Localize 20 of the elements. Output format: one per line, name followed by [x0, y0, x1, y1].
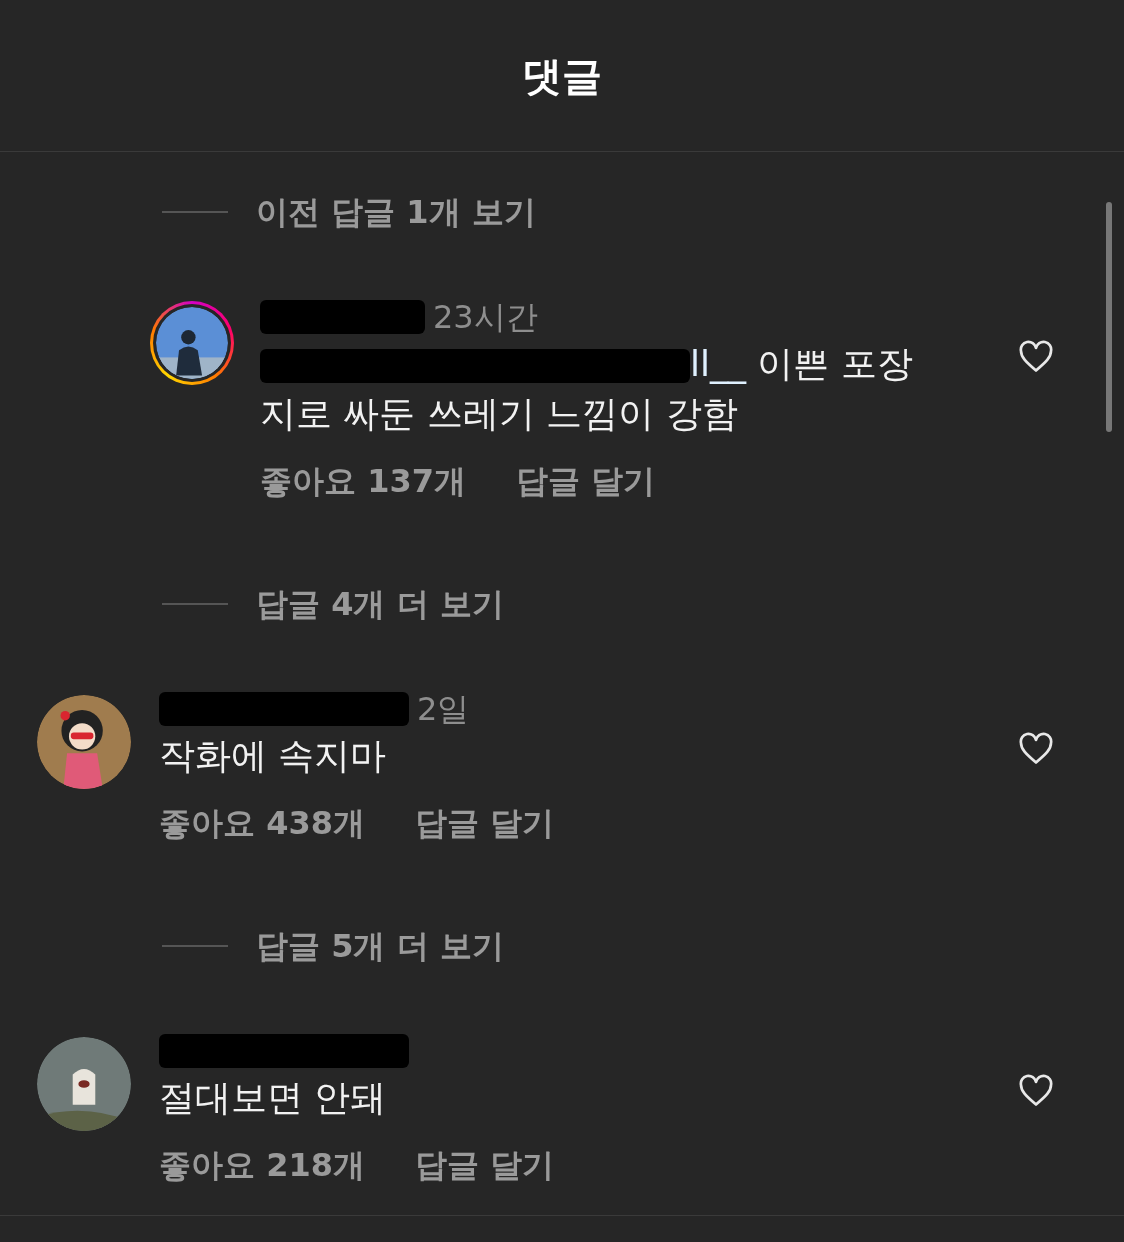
- header-title: 댓글: [522, 51, 602, 101]
- view-replies-link[interactable]: 답글 4개 더 보기: [256, 580, 504, 628]
- comment-text: 작화에 속지마: [159, 734, 388, 778]
- like-count[interactable]: 좋아요 218개: [159, 1141, 365, 1189]
- scrollbar-thumb[interactable]: [1106, 202, 1112, 432]
- comment-text: ll__ 이쁜 포장지로 싸둔 쓰레기 느낌이 강함: [260, 342, 914, 436]
- reply-link[interactable]: 답글 달기: [515, 457, 656, 505]
- heart-icon[interactable]: [1018, 1074, 1054, 1108]
- comment-text: 절대보면 안돼: [159, 1076, 388, 1120]
- reply-link[interactable]: 답글 달기: [414, 799, 555, 847]
- like-count[interactable]: 좋아요 438개: [159, 799, 365, 847]
- view-replies-link[interactable]: 답글 5개 더 보기: [256, 922, 504, 970]
- reply-link[interactable]: 답글 달기: [414, 1141, 555, 1189]
- comment-time: 23시간: [433, 297, 538, 338]
- view-replies-link[interactable]: 이전 답글 1개 보기: [256, 188, 536, 236]
- like-count[interactable]: 좋아요 137개: [260, 457, 466, 505]
- heart-icon[interactable]: [1018, 732, 1054, 766]
- comment-time: 2일: [417, 689, 470, 730]
- heart-icon[interactable]: [1018, 340, 1054, 374]
- mention-link[interactable]: ll__: [690, 343, 746, 384]
